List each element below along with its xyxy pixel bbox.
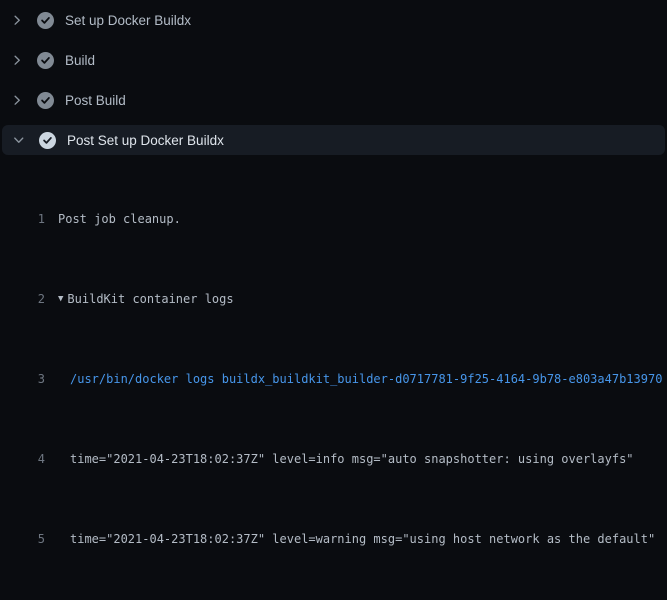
log-line-text: time="2021-04-23T18:02:37Z" level=info m… [45,449,634,469]
step-title: Post Build [65,93,126,108]
log-line-text: time="2021-04-23T18:02:37Z" level=warnin… [45,529,655,549]
check-circle-icon [37,12,54,29]
log-line-message: Post job cleanup. [58,209,181,229]
check-circle-icon [37,92,54,109]
chevron-right-icon [11,14,23,26]
check-circle-icon [37,52,54,69]
step-title: Post Set up Docker Buildx [67,133,224,148]
step-row[interactable]: Set up Docker Buildx [0,0,667,40]
step-list: Set up Docker Buildx Build P [0,0,667,155]
step-row[interactable]: Post Build [0,80,667,120]
log-output: 1 Post job cleanup. 2 ▼BuildKit containe… [0,169,667,600]
step-row[interactable]: Post Set up Docker Buildx [2,125,665,155]
log-line-message: time="2021-04-23T18:02:37Z" level=warnin… [70,529,655,549]
log-line-number[interactable]: 5 [0,529,45,549]
log-line-text: /usr/bin/docker logs buildx_buildkit_bui… [45,369,662,389]
log-line: 1 Post job cleanup. [0,209,667,229]
log-line-message: /usr/bin/docker logs buildx_buildkit_bui… [70,369,662,389]
log-line-text: ▼BuildKit container logs [45,289,234,309]
log-line-text: Post job cleanup. [45,209,181,229]
collapse-triangle-icon[interactable]: ▼ [58,289,63,309]
log-line: 3 /usr/bin/docker logs buildx_buildkit_b… [0,369,667,389]
log-line: 4 time="2021-04-23T18:02:37Z" level=info… [0,449,667,469]
log-line-number[interactable]: 4 [0,449,45,469]
log-line-number[interactable]: 2 [0,289,45,309]
chevron-right-icon [11,54,23,66]
log-line: 5 time="2021-04-23T18:02:37Z" level=warn… [0,529,667,549]
check-circle-icon [39,132,56,149]
log-line-number[interactable]: 3 [0,369,45,389]
step-title: Set up Docker Buildx [65,13,191,28]
log-line-number[interactable]: 1 [0,209,45,229]
step-title: Build [65,53,95,68]
log-line-message: time="2021-04-23T18:02:37Z" level=info m… [70,449,634,469]
log-line: 2 ▼BuildKit container logs [0,289,667,309]
step-row[interactable]: Build [0,40,667,80]
chevron-right-icon [11,94,23,106]
chevron-down-icon [13,134,25,146]
log-line-message: BuildKit container logs [67,289,233,309]
